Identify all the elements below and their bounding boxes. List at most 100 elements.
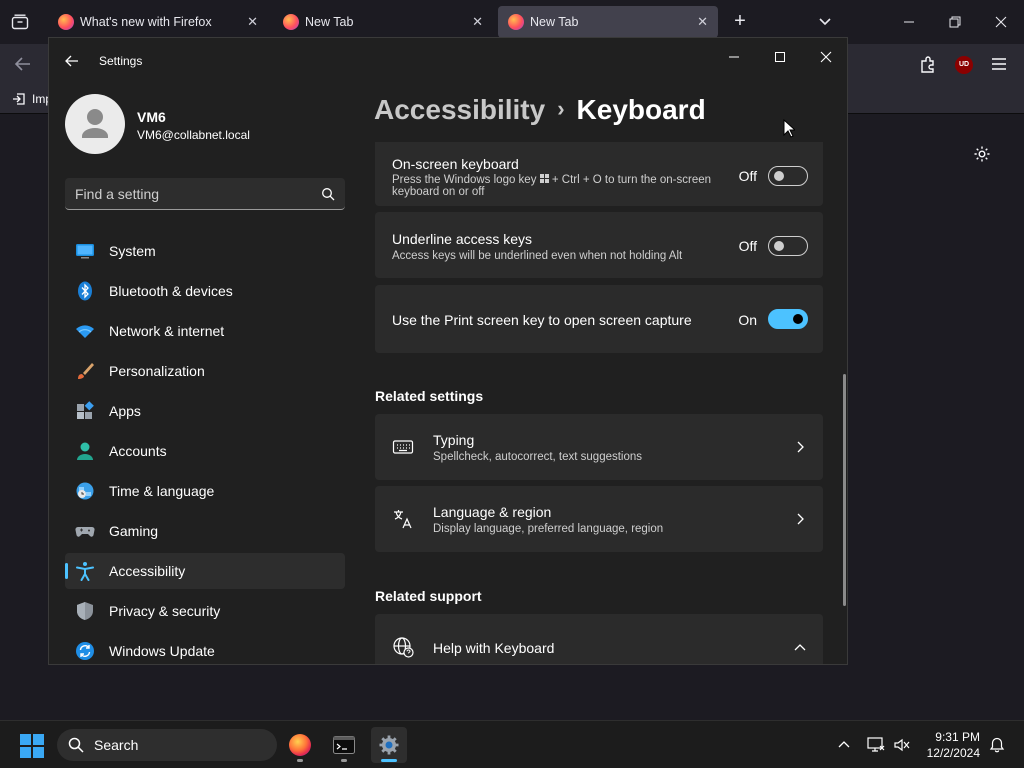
sidebar-item-accessibility[interactable]: Accessibility [65,553,345,589]
sidebar-item-personalization[interactable]: Personalization [65,353,345,389]
ublock-extension-icon[interactable]: UD [955,56,973,74]
setting-description: Press the Windows logo key + Ctrl + O to… [392,174,712,198]
sidebar-item-label: Bluetooth & devices [109,283,233,299]
tab-close-icon[interactable]: ✕ [697,14,708,30]
gaming-icon [75,521,95,541]
chevron-up-icon[interactable] [793,641,807,655]
browser-close-button[interactable] [989,10,1013,34]
underline-access-keys-toggle[interactable] [768,236,808,256]
firefox-view-icon[interactable] [0,0,40,44]
update-icon [75,641,95,661]
newtab-settings-gear-icon[interactable] [973,145,991,168]
sidebar-item-privacy-security[interactable]: Privacy & security [65,593,345,629]
tab-close-icon[interactable]: ✕ [472,14,483,30]
browser-tab-3[interactable]: New Tab ✕ [498,6,718,38]
setting-description: Access keys will be underlined even when… [392,250,683,262]
settings-app-title: Settings [99,54,143,68]
wifi-icon [75,321,95,341]
taskbar-clock[interactable]: 9:31 PM 12/2/2024 [920,729,980,761]
sidebar-item-bluetooth-devices[interactable]: Bluetooth & devices [65,273,345,309]
sidebar-item-label: Personalization [109,363,205,379]
hamburger-menu-icon[interactable] [991,56,1007,77]
sidebar-item-network-internet[interactable]: Network & internet [65,313,345,349]
globe-help-icon [392,636,414,658]
underline-access-keys-card: Underline access keys Access keys will b… [375,212,823,278]
settings-close-button[interactable] [811,44,841,70]
search-icon [68,737,84,758]
search-icon[interactable] [321,187,335,201]
taskbar-settings-app[interactable] [371,727,407,763]
sidebar-item-accounts[interactable]: Accounts [65,433,345,469]
shield-icon [75,601,95,621]
clock-date: 12/2/2024 [926,746,980,760]
chevron-right-icon [793,440,807,454]
breadcrumb-separator: › [557,96,565,121]
link-description: Spellcheck, autocorrect, text suggestion… [433,451,643,463]
browser-restore-button[interactable] [943,10,967,34]
onscreen-keyboard-toggle[interactable] [768,166,808,186]
firefox-favicon-icon [283,14,299,30]
import-icon [13,93,25,105]
taskbar-terminal-app[interactable] [326,727,362,763]
browser-tab-2[interactable]: New Tab ✕ [273,6,493,38]
sidebar-item-windows-update[interactable]: Windows Update [65,633,345,664]
start-button[interactable] [20,734,44,758]
taskbar-firefox-app[interactable] [282,727,318,763]
network-status-icon[interactable] [866,735,886,755]
setting-title: Use the Print screen key to open screen … [392,312,692,328]
page-title: Keyboard [576,94,706,125]
link-title: Help with Keyboard [433,640,555,656]
firefox-favicon-icon [508,14,524,30]
taskbar-search-box[interactable]: Search [57,729,277,761]
time-language-icon [75,481,95,501]
search-label: Search [94,737,139,753]
import-bookmarks-button[interactable]: Imp [12,92,52,106]
typing-link-card[interactable]: Typing Spellcheck, autocorrect, text sug… [375,414,823,480]
sidebar-item-label: Windows Update [109,643,215,659]
sidebar-item-label: Accounts [109,443,167,459]
back-arrow-icon[interactable] [63,52,81,70]
browser-minimize-button[interactable] [897,10,921,34]
help-with-keyboard-card[interactable]: Help with Keyboard [375,614,823,664]
breadcrumb: Accessibility › Keyboard [374,94,706,126]
toggle-knob [793,314,803,324]
sidebar-item-apps[interactable]: Apps [65,393,345,429]
browser-tab-1[interactable]: What's new with Firefox ✕ [48,6,268,38]
tab-close-icon[interactable]: ✕ [247,14,258,30]
print-screen-card: Use the Print screen key to open screen … [375,285,823,353]
brush-icon [75,361,95,381]
extensions-icon[interactable] [918,54,938,79]
profile-email: VM6@collabnet.local [137,128,250,142]
new-tab-button[interactable]: + [728,10,752,34]
print-screen-toggle[interactable] [768,309,808,329]
settings-titlebar: Settings [49,38,847,84]
search-input[interactable] [75,178,315,210]
breadcrumb-parent-link[interactable]: Accessibility [374,94,545,125]
sidebar-item-gaming[interactable]: Gaming [65,513,345,549]
volume-muted-icon[interactable] [892,735,912,755]
settings-maximize-button[interactable] [765,44,795,70]
back-arrow-icon[interactable] [14,55,32,78]
find-setting-search-box [65,178,345,210]
content-scrollbar[interactable] [843,374,846,606]
avatar[interactable] [65,94,125,154]
bluetooth-icon [75,281,95,301]
toggle-state-label: On [738,312,757,328]
settings-minimize-button[interactable] [719,44,749,70]
terminal-icon [333,736,355,754]
setting-title: Underline access keys [392,231,533,247]
sidebar-item-label: System [109,243,156,259]
related-settings-heading: Related settings [375,388,484,404]
sidebar-item-system[interactable]: System [65,233,345,269]
list-all-tabs-icon[interactable] [814,12,836,32]
link-description: Display language, preferred language, re… [433,523,664,535]
sidebar-item-label: Network & internet [109,323,225,339]
apps-icon [75,401,95,421]
show-hidden-icons-chevron-up-icon[interactable] [834,735,854,755]
language-region-link-card[interactable]: Language & region Display language, pref… [375,486,823,552]
chevron-right-icon [793,512,807,526]
language-icon [392,508,414,530]
notification-bell-icon[interactable] [987,735,1007,755]
sidebar-item-time-language[interactable]: Time & language [65,473,345,509]
setting-description-start: Press the Windows logo key [392,174,537,186]
